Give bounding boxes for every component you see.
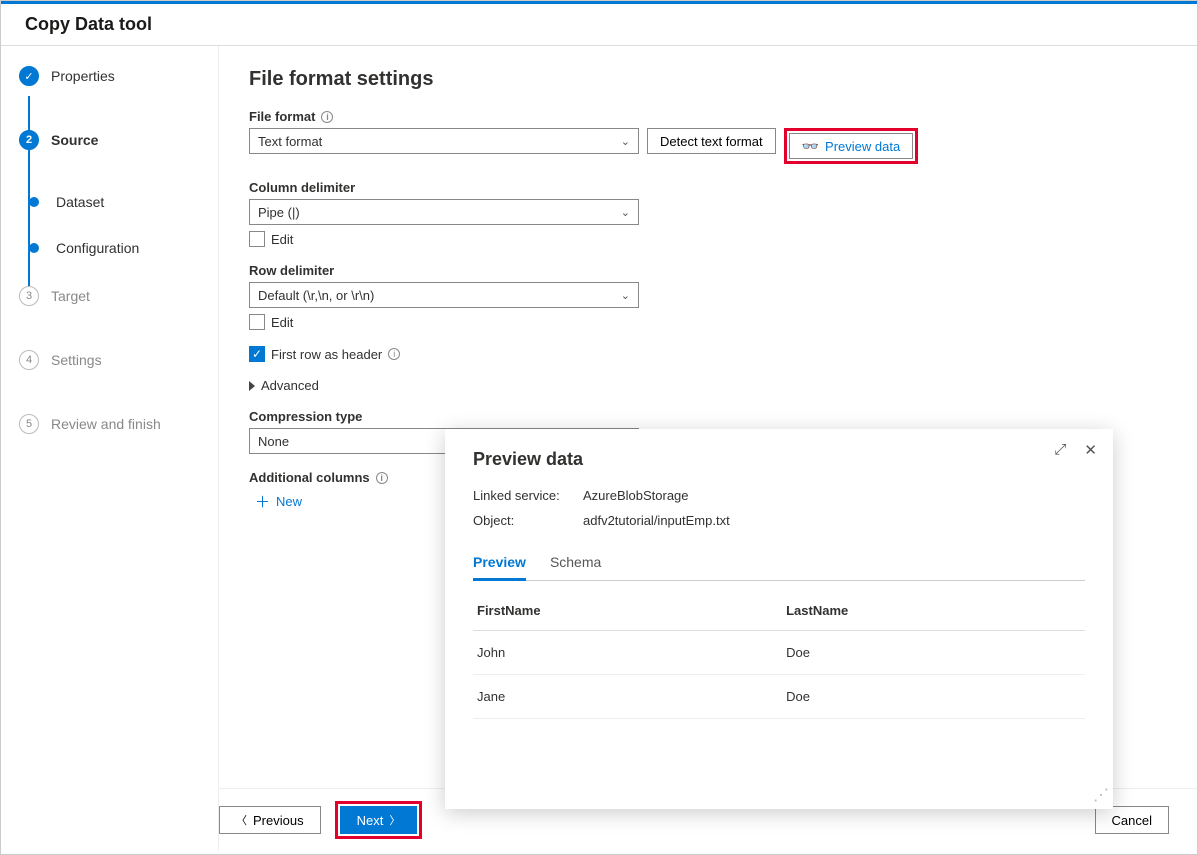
file-format-label: File format i xyxy=(249,109,1197,124)
first-row-header[interactable]: ✓ First row as header i xyxy=(249,346,1197,362)
substep-configuration[interactable]: Configuration xyxy=(24,240,218,256)
info-icon[interactable]: i xyxy=(376,472,388,484)
step-settings[interactable]: 4 Settings xyxy=(19,350,218,370)
info-icon[interactable]: i xyxy=(388,348,400,360)
step-label: Configuration xyxy=(56,240,139,256)
compression-value: None xyxy=(258,434,289,449)
file-format-group: File format i Text format ⌄ Detect text … xyxy=(249,109,1197,164)
preview-data-panel: ⤢ ✕ Preview data Linked service: AzureBl… xyxy=(445,429,1113,809)
check-icon: ✓ xyxy=(19,66,39,86)
column-delimiter-edit[interactable]: Edit xyxy=(249,231,1197,247)
checkbox-checked-icon[interactable]: ✓ xyxy=(249,346,265,362)
step-number-icon: 5 xyxy=(19,414,39,434)
row-delimiter-group: Row delimiter Default (\r,\n, or \r\n) ⌄… xyxy=(249,263,1197,330)
chevron-left-icon: 〈 xyxy=(236,812,247,828)
linked-service-value: AzureBlobStorage xyxy=(583,488,689,503)
file-format-select[interactable]: Text format ⌄ xyxy=(249,128,639,154)
checkbox-icon[interactable] xyxy=(249,314,265,330)
step-target[interactable]: 3 Target xyxy=(19,286,218,306)
object-value: adfv2tutorial/inputEmp.txt xyxy=(583,513,730,528)
table-header-row: FirstName LastName xyxy=(473,591,1085,631)
step-label: Dataset xyxy=(56,194,104,210)
compression-label: Compression type xyxy=(249,409,1197,424)
row-delimiter-edit[interactable]: Edit xyxy=(249,314,1197,330)
step-number-icon: 3 xyxy=(19,286,39,306)
plus-icon: ＋ xyxy=(255,491,270,512)
step-label: Review and finish xyxy=(51,416,161,432)
step-source[interactable]: 2 Source xyxy=(19,130,218,150)
preview-table: FirstName LastName John Doe Jane Doe xyxy=(473,591,1085,719)
preview-icon: 👓 xyxy=(802,138,819,155)
step-label: Source xyxy=(51,132,98,148)
tab-preview[interactable]: Preview xyxy=(473,546,526,581)
chevron-down-icon: ⌄ xyxy=(621,289,630,302)
triangle-right-icon xyxy=(249,381,255,391)
dot-icon xyxy=(29,243,39,253)
step-number-icon: 4 xyxy=(19,350,39,370)
next-button[interactable]: Next 〉 xyxy=(340,806,418,834)
checkbox-icon[interactable] xyxy=(249,231,265,247)
column-delimiter-select[interactable]: Pipe (|) ⌄ xyxy=(249,199,639,225)
step-label: Settings xyxy=(51,352,102,368)
expand-icon[interactable]: ⤢ xyxy=(1054,441,1066,459)
close-icon[interactable]: ✕ xyxy=(1084,441,1097,459)
col-header-firstname: FirstName xyxy=(473,591,782,631)
cell-lastname: Doe xyxy=(782,675,1085,719)
detect-text-format-button[interactable]: Detect text format xyxy=(647,128,776,154)
preview-data-highlight: 👓 Preview data xyxy=(784,128,919,164)
object-label: Object: xyxy=(473,513,583,528)
page-title: File format settings xyxy=(249,68,1197,91)
row-delimiter-value: Default (\r,\n, or \r\n) xyxy=(258,288,374,303)
object-row: Object: adfv2tutorial/inputEmp.txt xyxy=(473,513,1085,528)
step-label: Target xyxy=(51,288,90,304)
step-review-finish[interactable]: 5 Review and finish xyxy=(19,414,218,434)
column-delimiter-group: Column delimiter Pipe (|) ⌄ Edit xyxy=(249,180,1197,247)
row-delimiter-label: Row delimiter xyxy=(249,263,1197,278)
page-header: Copy Data tool xyxy=(1,4,1197,46)
file-format-value: Text format xyxy=(258,134,322,149)
wizard-steps: ✓ Properties 2 Source Dataset Configurat… xyxy=(1,46,219,851)
linked-service-label: Linked service: xyxy=(473,488,583,503)
step-label: Properties xyxy=(51,68,115,84)
previous-button[interactable]: 〈 Previous xyxy=(219,806,321,834)
chevron-down-icon: ⌄ xyxy=(621,135,630,148)
row-delimiter-select[interactable]: Default (\r,\n, or \r\n) ⌄ xyxy=(249,282,639,308)
tab-schema[interactable]: Schema xyxy=(550,546,601,580)
chevron-right-icon: 〉 xyxy=(389,812,400,828)
step-properties[interactable]: ✓ Properties xyxy=(19,66,218,86)
dot-icon xyxy=(29,197,39,207)
cancel-button[interactable]: Cancel xyxy=(1095,806,1169,834)
resize-grip-icon[interactable]: ⋰ xyxy=(1093,785,1109,805)
cell-lastname: Doe xyxy=(782,631,1085,675)
column-delimiter-value: Pipe (|) xyxy=(258,205,300,220)
preview-data-button[interactable]: 👓 Preview data xyxy=(789,133,914,159)
col-header-lastname: LastName xyxy=(782,591,1085,631)
info-icon[interactable]: i xyxy=(321,111,333,123)
chevron-down-icon: ⌄ xyxy=(621,206,630,219)
table-row: Jane Doe xyxy=(473,675,1085,719)
next-button-highlight: Next 〉 xyxy=(335,801,423,839)
cell-firstname: John xyxy=(473,631,782,675)
column-delimiter-label: Column delimiter xyxy=(249,180,1197,195)
header-title: Copy Data tool xyxy=(25,14,152,34)
substep-dataset[interactable]: Dataset xyxy=(24,194,218,210)
linked-service-row: Linked service: AzureBlobStorage xyxy=(473,488,1085,503)
preview-panel-title: Preview data xyxy=(473,449,1085,470)
table-row: John Doe xyxy=(473,631,1085,675)
preview-tabs: Preview Schema xyxy=(473,546,1085,581)
step-number-icon: 2 xyxy=(19,130,39,150)
cell-firstname: Jane xyxy=(473,675,782,719)
advanced-toggle[interactable]: Advanced xyxy=(249,378,1197,393)
